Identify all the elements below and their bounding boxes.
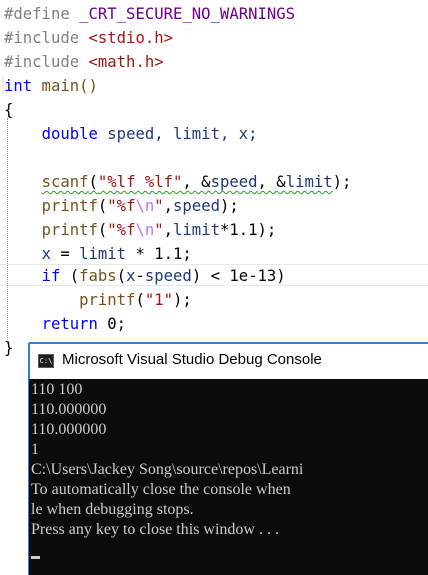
variable: speed — [210, 173, 258, 191]
return-value: 0; — [97, 315, 127, 333]
console-titlebar[interactable]: C:\ Microsoft Visual Studio Debug Consol… — [29, 343, 428, 379]
punct: , & — [257, 173, 286, 191]
code-line-14: return 0; — [4, 312, 127, 336]
escape-sequence: \n — [135, 197, 155, 215]
expression: * 1.1; — [126, 245, 192, 263]
console-line: C:\Users\Jackey Song\source\repos\Learni — [31, 461, 304, 478]
code-line-5: { — [4, 98, 13, 122]
debug-console-window[interactable]: C:\ Microsoft Visual Studio Debug Consol… — [29, 343, 428, 575]
function-call: scanf — [41, 173, 89, 191]
punct: , — [163, 221, 174, 239]
punct: ( — [60, 267, 80, 285]
variable: limit — [173, 221, 220, 239]
punct: ); — [332, 173, 352, 191]
console-line: 1 — [31, 441, 39, 458]
macro-name: _CRT_SECURE_NO_WARNINGS — [79, 5, 296, 23]
function-call: printf — [41, 221, 98, 239]
function-call: printf — [79, 291, 136, 309]
format-string: " — [154, 221, 164, 239]
console-output[interactable]: 110 100 110.000000 110.000000 1 C:\Users… — [29, 379, 428, 575]
keyword: int — [4, 77, 33, 95]
format-string: "1" — [144, 291, 174, 309]
include-header: <stdio.h> — [88, 29, 174, 47]
variable: speed — [173, 197, 220, 215]
console-line: le when debugging stops. — [31, 501, 194, 518]
code-line-11: x = limit * 1.1; — [4, 242, 192, 266]
variable: limit — [79, 245, 127, 263]
expression: *1.1); — [219, 221, 277, 239]
punct: ); — [219, 197, 239, 215]
format-string: "%f — [107, 197, 136, 215]
code-line-10: printf("%f\n",limit*1.1); — [4, 218, 277, 242]
code-line-9: printf("%f\n",speed); — [4, 194, 239, 218]
code-line-8: scanf("%lf %lf", &speed, &limit); — [4, 170, 352, 194]
code-line-1: #define _CRT_SECURE_NO_WARNINGS — [4, 2, 295, 26]
console-line: 110.000000 — [31, 421, 107, 438]
brace: { — [4, 101, 14, 119]
variable: speed — [144, 267, 192, 285]
punct: ( — [135, 291, 145, 309]
punct: , — [163, 197, 174, 215]
escape-sequence: \n — [135, 221, 155, 239]
format-string: "%f — [107, 221, 136, 239]
console-cursor — [31, 556, 40, 559]
operator: - — [135, 267, 145, 285]
keyword: double — [41, 125, 98, 143]
function-signature: main() — [32, 77, 98, 95]
punct: ( — [116, 267, 127, 285]
warning-squiggle[interactable]: scanf("%lf %lf", &speed, &limit — [42, 173, 333, 191]
console-title: Microsoft Visual Studio Debug Console — [62, 351, 322, 368]
code-line-12: if (fabs(x-speed) < 1e-13) — [4, 264, 286, 288]
preprocessor-directive: #include — [4, 29, 89, 47]
declaration: speed, limit, x; — [97, 125, 258, 143]
code-line-6: double speed, limit, x; — [4, 122, 258, 146]
function-call: fabs — [79, 267, 117, 285]
function-call: printf — [41, 197, 98, 215]
console-line: To automatically close the console when — [31, 481, 291, 498]
format-string: "%lf %lf" — [97, 173, 183, 191]
console-window-icon: C:\ — [38, 354, 54, 368]
code-line-4: int main() — [4, 74, 98, 98]
code-line-15: } — [4, 336, 13, 360]
code-line-2: #include <stdio.h> — [4, 26, 173, 50]
punct: ( — [88, 173, 98, 191]
variable: limit — [285, 173, 333, 191]
expression: ) < 1e-13) — [191, 267, 286, 285]
preprocessor-directive: #include — [4, 53, 89, 71]
operator: = — [50, 245, 80, 263]
punct: ( — [97, 197, 108, 215]
console-line: 110 100 — [31, 381, 83, 398]
console-line: 110.000000 — [31, 401, 107, 418]
punct: ( — [97, 221, 108, 239]
code-line-13: printf("1"); — [4, 288, 192, 312]
keyword: if — [41, 267, 61, 285]
punct: ); — [173, 291, 192, 309]
preprocessor-directive: #define — [4, 5, 80, 23]
variable: x — [41, 245, 51, 263]
include-header: <math.h> — [88, 53, 164, 71]
format-string: " — [154, 197, 164, 215]
punct: , & — [182, 173, 211, 191]
code-line-3: #include <math.h> — [4, 50, 164, 74]
keyword: return — [41, 315, 98, 333]
brace: } — [4, 339, 14, 357]
console-line: Press any key to close this window . . . — [31, 521, 279, 538]
